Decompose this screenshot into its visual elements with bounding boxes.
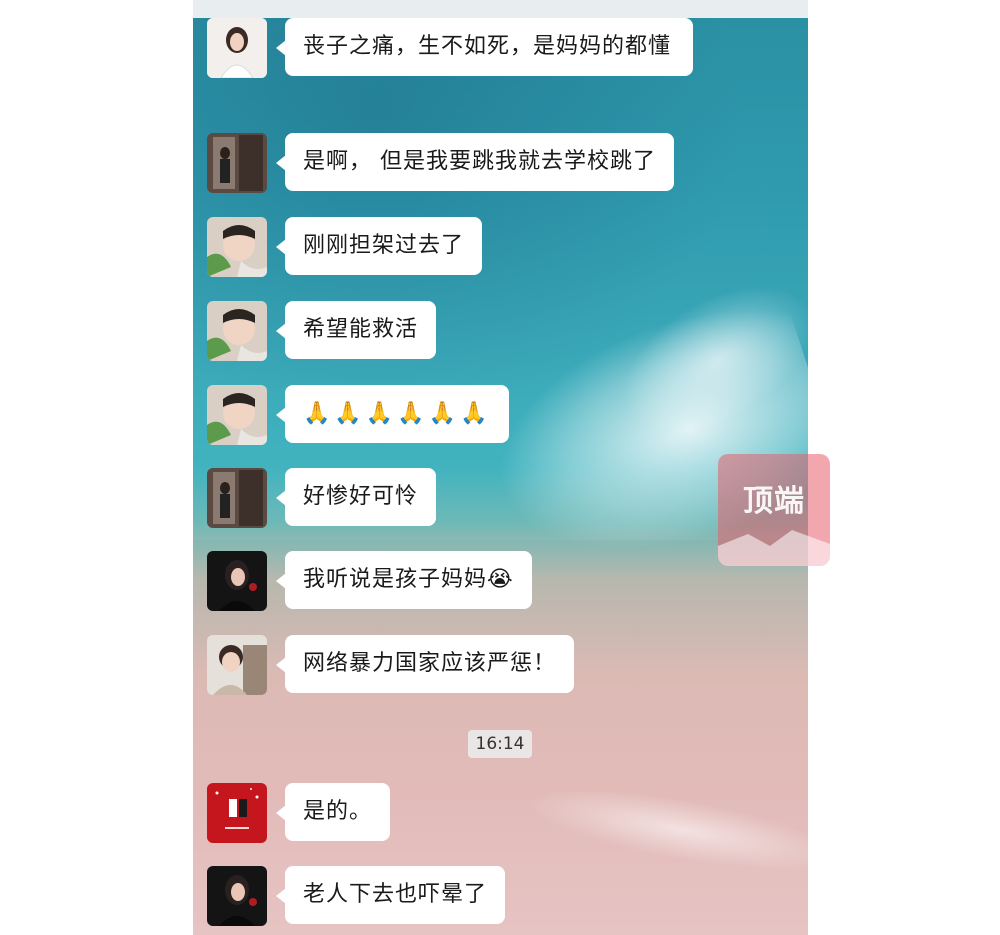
background-shoreline [520, 772, 808, 888]
watermark-text: 顶端 [743, 484, 805, 519]
avatar[interactable] [207, 783, 267, 843]
chat-window: 丧子之痛，生不如死，是妈妈的都懂 是啊， 但是我要跳我就去学校跳了 刚刚担架过去… [193, 0, 808, 935]
avatar[interactable] [207, 385, 267, 445]
message-bubble[interactable]: 是啊， 但是我要跳我就去学校跳了 [276, 133, 674, 191]
avatar[interactable] [207, 551, 267, 611]
message-bubble[interactable]: 丧子之痛，生不如死，是妈妈的都懂 [276, 18, 693, 76]
message-bubble[interactable]: 希望能救活 [275, 301, 437, 359]
message-timestamp: 16:14 [468, 730, 532, 758]
avatar[interactable] [207, 18, 267, 78]
avatar[interactable] [207, 866, 267, 926]
message-bubble[interactable]: 好惨好可怜 [275, 468, 437, 526]
avatar[interactable] [207, 133, 267, 193]
watermark-logo: 顶端 [718, 454, 830, 566]
avatar[interactable] [207, 468, 267, 528]
message-bubble[interactable]: 老人下去也吓晕了 [275, 866, 506, 924]
avatar[interactable] [207, 217, 267, 277]
message-bubble[interactable]: 网络暴力国家应该严惩！ [275, 635, 575, 693]
chat-header-edge [193, 0, 808, 18]
avatar[interactable] [207, 635, 267, 695]
avatar[interactable] [207, 301, 267, 361]
message-bubble[interactable]: 是的。 [275, 783, 391, 841]
message-bubble[interactable]: 🙏🙏🙏🙏🙏🙏 [275, 385, 510, 443]
message-bubble[interactable]: 我听说是孩子妈妈😭 [276, 551, 532, 609]
message-bubble[interactable]: 刚刚担架过去了 [275, 217, 483, 275]
